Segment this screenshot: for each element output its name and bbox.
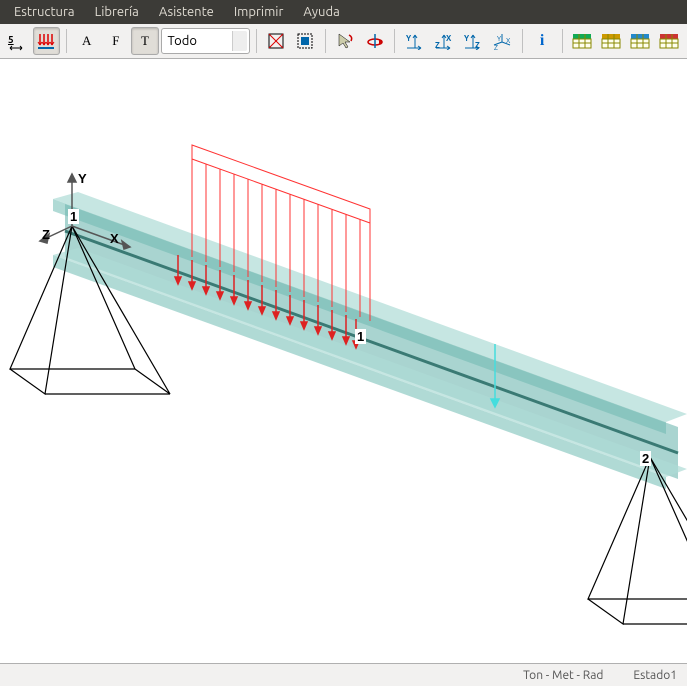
statusbar: Ton - Met - Rad Estado1 — [0, 663, 687, 686]
table-1-button[interactable] — [569, 27, 596, 55]
svg-text:5: 5 — [8, 34, 14, 45]
show-labels-a-button[interactable]: A — [73, 27, 100, 55]
svg-text:Y: Y — [406, 34, 412, 43]
menu-ayuda[interactable]: Ayuda — [293, 2, 349, 22]
table-3-button[interactable] — [627, 27, 654, 55]
menu-imprimir[interactable]: Imprimir — [224, 2, 294, 22]
viewport-3d[interactable]: 1 2 1 X Y Z — [0, 59, 687, 659]
svg-text:X: X — [506, 37, 511, 45]
load-case-dropdown[interactable]: Todo — [161, 28, 250, 54]
status-units: Ton - Met - Rad — [523, 669, 603, 682]
loads-view-button[interactable] — [33, 27, 60, 55]
view-select-button[interactable] — [292, 27, 319, 55]
view-xz-button[interactable]: XZ — [430, 27, 457, 55]
support-right — [588, 457, 687, 624]
table-4-button[interactable] — [656, 27, 683, 55]
view-3d-button[interactable]: YX Z — [488, 27, 515, 55]
menu-estructura[interactable]: Estructura — [4, 2, 85, 22]
toolbar: 5 A F T Todo Y XZ YZ YXZ i — [0, 24, 687, 59]
menu-libreria[interactable]: Librería — [85, 2, 149, 22]
axis-z-label: Z — [42, 227, 50, 242]
show-labels-t-button[interactable]: T — [131, 27, 158, 55]
status-state: Estado1 — [633, 669, 677, 682]
rotate-view-button[interactable] — [361, 27, 388, 55]
axis-x-label: X — [110, 231, 119, 246]
svg-text:Y: Y — [464, 34, 470, 43]
menubar: Estructura Librería Asistente Imprimir A… — [0, 0, 687, 24]
svg-text:X: X — [446, 34, 452, 43]
snap-button[interactable]: 5 — [4, 27, 31, 55]
svg-text:Z: Z — [475, 41, 480, 50]
dropdown-value: Todo — [168, 34, 197, 48]
svg-text:Z: Z — [435, 41, 440, 50]
svg-text:Y: Y — [497, 35, 501, 43]
node-label-1: 1 — [68, 209, 79, 224]
select-cursor-button[interactable] — [332, 27, 359, 55]
load-label-1: 1 — [355, 329, 366, 344]
show-labels-f-button[interactable]: F — [102, 27, 129, 55]
view-box-button[interactable] — [263, 27, 290, 55]
menu-asistente[interactable]: Asistente — [149, 2, 224, 22]
distributed-load-top — [192, 145, 370, 223]
view-yz-button[interactable]: YZ — [459, 27, 486, 55]
model-canvas — [0, 59, 687, 659]
axis-y-label: Y — [78, 171, 87, 186]
node-label-2: 2 — [640, 451, 651, 466]
view-xy-button[interactable]: Y — [401, 27, 428, 55]
svg-text:Z: Z — [494, 44, 498, 50]
table-2-button[interactable] — [598, 27, 625, 55]
info-button[interactable]: i — [529, 27, 556, 55]
